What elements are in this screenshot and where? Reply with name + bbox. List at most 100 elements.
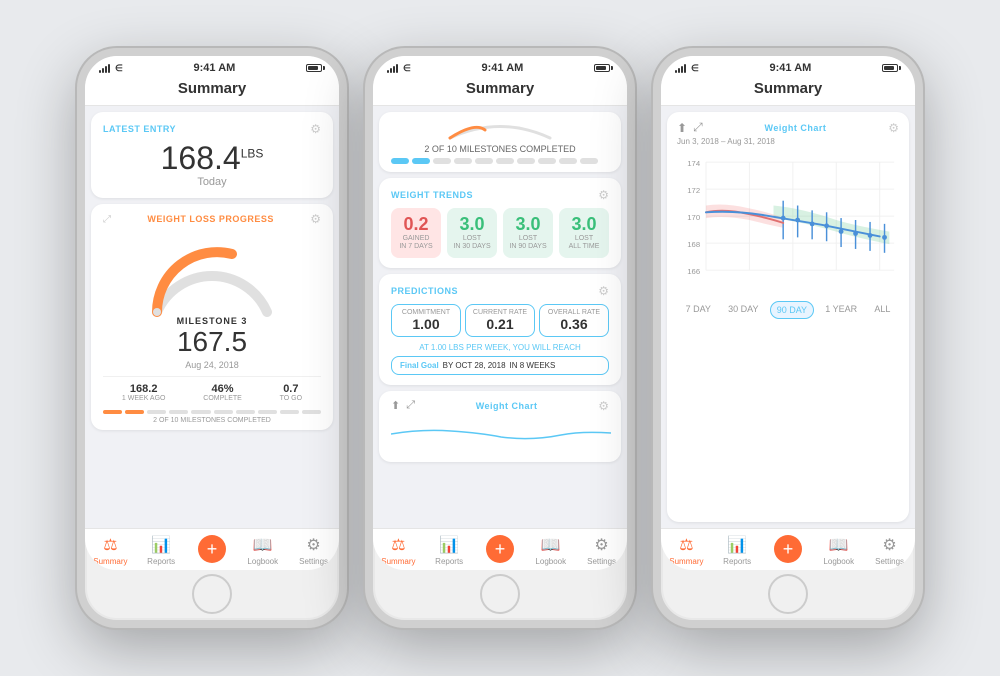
chart-title-row: ⬆ ⤢ Weight Chart ⚙: [677, 120, 899, 135]
tab-logbook-2[interactable]: 📖 Logbook: [529, 535, 573, 566]
gear-icon-trends[interactable]: ⚙: [598, 188, 609, 202]
home-button-2[interactable]: [480, 574, 520, 614]
tab-bar-1: ⚖ Summary 📊 Reports + 📖 Logbook ⚙ Settin…: [85, 528, 339, 570]
tab-summary-label-1: Summary: [93, 557, 127, 566]
gear-icon-wc[interactable]: ⚙: [598, 399, 609, 413]
tab-settings-2[interactable]: ⚙ Settings: [580, 535, 624, 566]
tab-summary-icon-1: ⚖: [103, 535, 117, 555]
expand-icon-2[interactable]: ⤢: [406, 399, 415, 412]
sig-bar: [396, 64, 398, 73]
progress-dot-filled-2: [125, 410, 144, 414]
progress-label: Weight Loss Progress: [147, 214, 274, 224]
weight-chart-preview-card: ⬆ ⤢ Weight Chart ⚙: [379, 391, 621, 462]
tab-reports-2[interactable]: 📊 Reports: [427, 535, 471, 566]
wifi-icon-1: ∈: [115, 63, 123, 74]
sig-bar: [102, 68, 104, 73]
home-button-1[interactable]: [192, 574, 232, 614]
tab-settings-3[interactable]: ⚙ Settings: [868, 535, 912, 566]
tab-bar-2: ⚖ Summary 📊 Reports + 📖 Logbook ⚙ Settin…: [373, 528, 627, 570]
chart-actions: ⬆ ⤢: [677, 120, 703, 135]
mp-dot-9: [580, 158, 598, 164]
time-btn-30day[interactable]: 30 DAY: [722, 301, 764, 319]
tab-plus-btn-2[interactable]: +: [486, 535, 514, 563]
milestone-arc-svg: [440, 120, 560, 140]
sig-bar: [99, 70, 101, 73]
tab-logbook-icon-1: 📖: [253, 535, 273, 555]
tab-reports-1[interactable]: 📊 Reports: [139, 535, 183, 566]
battery-fill-2: [596, 66, 606, 70]
mp-dot-6: [517, 158, 535, 164]
tab-summary-label-2: Summary: [381, 557, 415, 566]
sig-bar: [108, 64, 110, 73]
tab-plus-btn-1[interactable]: +: [198, 535, 226, 563]
time-btn-1year[interactable]: 1 YEAR: [819, 301, 863, 319]
tab-add-1[interactable]: +: [190, 535, 234, 566]
battery-fill-1: [308, 66, 318, 70]
tab-logbook-1[interactable]: 📖 Logbook: [241, 535, 285, 566]
tab-add-3[interactable]: +: [766, 535, 810, 566]
mp-dot-5: [496, 158, 514, 164]
phone-2: ∈ 9:41 AM Summary: [365, 48, 635, 628]
time-btn-all[interactable]: ALL: [868, 301, 896, 319]
ms-label-1: COMPLETE: [203, 395, 242, 402]
pred-box-0: COMMITMENT 1.00: [391, 304, 461, 337]
pred-header-row: Predictions ⚙: [391, 284, 609, 298]
wifi-icon-2: ∈: [403, 63, 411, 74]
milestone-progress-bar: [391, 158, 609, 164]
battery-2: [594, 64, 613, 72]
expand-icon-3[interactable]: ⤢: [693, 120, 703, 135]
progress-dots: [103, 410, 321, 414]
progress-dot-filled-1: [103, 410, 122, 414]
progress-arc-svg: [142, 232, 282, 317]
sig-bar: [675, 70, 677, 73]
pred-header-label: Predictions: [391, 286, 458, 296]
top-arc: [391, 120, 609, 140]
time-btn-7day[interactable]: 7 DAY: [680, 301, 717, 319]
time-btn-90day[interactable]: 90 DAY: [770, 301, 814, 319]
tab-plus-btn-3[interactable]: +: [774, 535, 802, 563]
mp-dot-7: [538, 158, 556, 164]
chart-time-buttons: 7 DAY 30 DAY 90 DAY 1 YEAR ALL: [677, 301, 899, 319]
gear-icon-progress[interactable]: ⚙: [310, 212, 321, 226]
tab-reports-3[interactable]: 📊 Reports: [715, 535, 759, 566]
tab-settings-1[interactable]: ⚙ Settings: [292, 535, 336, 566]
tab-logbook-3[interactable]: 📖 Logbook: [817, 535, 861, 566]
trend-box-0: 0.2 GAINED IN 7 DAYS: [391, 208, 441, 258]
arc-container: [142, 232, 282, 312]
signal-bars-2: [387, 64, 398, 73]
gear-icon-pred[interactable]: ⚙: [598, 284, 609, 298]
battery-body-1: [306, 64, 322, 72]
gear-icon-chart-3[interactable]: ⚙: [888, 121, 899, 135]
svg-text:172: 172: [687, 186, 700, 195]
latest-entry-card: Latest Entry ⚙ 168.4LBS Today: [91, 112, 333, 198]
tab-settings-icon-3: ⚙: [882, 535, 896, 555]
tab-summary-2[interactable]: ⚖ Summary: [376, 535, 420, 566]
expand-icon-1[interactable]: ⤢: [103, 214, 111, 225]
milestone-text: MILESTONE 3: [103, 316, 321, 326]
chart-preview-svg: [391, 419, 611, 449]
pred-val-1: 0.21: [470, 316, 530, 332]
tab-summary-3[interactable]: ⚖ Summary: [664, 535, 708, 566]
tab-settings-label-1: Settings: [299, 557, 328, 566]
progress-dot-empty: [169, 410, 188, 414]
share-icon-2[interactable]: ⬆: [391, 399, 400, 412]
tab-summary-label-3: Summary: [669, 557, 703, 566]
tab-reports-icon-3: 📊: [727, 535, 747, 555]
home-button-3[interactable]: [768, 574, 808, 614]
trends-grid: 0.2 GAINED IN 7 DAYS 3.0 LOST IN 30 DAYS: [391, 208, 609, 258]
signal-bars-1: [99, 64, 110, 73]
signal-1: ∈: [99, 63, 123, 74]
sig-bar: [681, 66, 683, 73]
tab-add-2[interactable]: +: [478, 535, 522, 566]
battery-tip-1: [323, 66, 325, 70]
tab-settings-label-2: Settings: [587, 557, 616, 566]
trend-label2-1: IN 30 DAYS: [451, 243, 493, 251]
phone-1-screen: ∈ 9:41 AM Summary Latest Entry ⚙: [85, 56, 339, 570]
phones-container: ∈ 9:41 AM Summary Latest Entry ⚙: [57, 28, 943, 648]
tab-summary-1[interactable]: ⚖ Summary: [88, 535, 132, 566]
gear-icon-latest[interactable]: ⚙: [310, 122, 321, 136]
share-icon-3[interactable]: ⬆: [677, 121, 687, 135]
svg-text:166: 166: [687, 267, 700, 276]
predictions-card: Predictions ⚙ COMMITMENT 1.00 CURRENT RA…: [379, 274, 621, 385]
trend-sub-2: LOST IN 90 DAYS: [507, 235, 549, 252]
